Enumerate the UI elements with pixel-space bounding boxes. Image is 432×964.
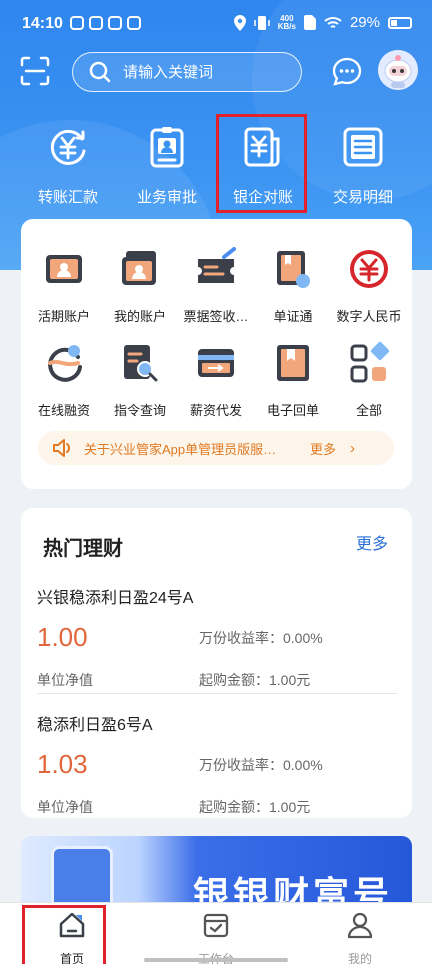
tab-profile[interactable]: 我的: [320, 911, 400, 964]
product-name: 稳添利日盈6号A: [37, 717, 153, 734]
chevron-right-icon: ›: [350, 439, 356, 457]
nav-transactions[interactable]: 交易明细: [313, 120, 413, 207]
promo-banner[interactable]: 银银财富号: [21, 836, 412, 906]
home-indicator: [144, 958, 288, 962]
home-tab-highlight: [22, 905, 106, 964]
product-name: 兴银稳添利日盈24号A: [37, 590, 194, 607]
menu-card: 活期账户 我的账户 票据签收… 单证通 数字人民币 在线融资 指令查询 薪资代发…: [21, 219, 412, 489]
instruction-search-icon: [124, 345, 158, 382]
my-account-icon: [122, 251, 156, 285]
search-input[interactable]: [123, 63, 283, 81]
robot-avatar-icon: [378, 50, 418, 90]
tab-label: 我的: [347, 952, 372, 964]
search-bar[interactable]: [72, 52, 302, 92]
product-item[interactable]: 兴银稳添利日盈24号A 1.00 万份收益率：0.00% 单位净值 起购金额：1…: [37, 584, 397, 694]
status-indicators: 400 KB/s 29%: [233, 14, 412, 31]
nav-transfer[interactable]: 转账汇款: [18, 120, 118, 207]
menu-label: 指令查询: [113, 403, 166, 418]
menu-item[interactable]: 指令查询: [102, 341, 178, 419]
product-item[interactable]: 稳添利日盈6号A 1.03 万份收益率：0.00% 单位净值 起购金额：1.00…: [37, 711, 397, 821]
menu-item[interactable]: 电子回单: [255, 341, 331, 419]
message-icon[interactable]: [332, 57, 362, 87]
notification-app-icon: [89, 16, 103, 30]
product-nav-value: 1.00: [37, 622, 88, 652]
battery-icon: [388, 16, 412, 29]
menu-label: 单证通: [273, 309, 313, 324]
section-title: 热门理财: [43, 538, 123, 560]
location-icon: [233, 14, 246, 31]
notification-app-icon: [108, 16, 122, 30]
status-app-icons: [70, 16, 141, 30]
document-pass-icon: [277, 251, 310, 288]
phone-illustration: [51, 846, 113, 906]
menu-item[interactable]: 薪资代发: [178, 341, 254, 419]
menu-label: 全部: [355, 403, 382, 418]
hot-finance-card: 热门理财 更多 兴银稳添利日盈24号A 1.00 万份收益率：0.00% 单位净…: [21, 508, 412, 818]
menu-label: 薪资代发: [189, 403, 242, 418]
list-detail-icon: [343, 127, 383, 167]
battery-percent: 29%: [349, 14, 380, 31]
menu-label: 电子回单: [266, 403, 319, 418]
menu-label: 活期账户: [37, 309, 90, 324]
menu-item[interactable]: 全部: [331, 341, 407, 419]
tab-workbench[interactable]: 工作台: [176, 911, 256, 964]
product-yield: 万份收益率：0.00%: [199, 757, 323, 773]
nav-label: 转账汇款: [37, 189, 98, 206]
reconciliation-highlight: [216, 114, 307, 213]
menu-item[interactable]: 票据签收…: [178, 247, 254, 325]
e-receipt-icon: [277, 345, 309, 381]
product-nav-value: 1.03: [37, 749, 88, 779]
finance-more-link[interactable]: 更多: [356, 530, 388, 554]
vibrate-icon: [253, 15, 270, 30]
search-icon: [89, 61, 111, 83]
online-finance-icon: [48, 345, 82, 382]
status-time: 14:10: [22, 15, 63, 32]
digital-rmb-icon: [350, 250, 388, 288]
product-unit-label: 单位净值: [37, 799, 93, 815]
yuan-transfer-icon: [50, 129, 86, 165]
menu-item[interactable]: 我的账户: [102, 247, 178, 325]
menu-label: 数字人民币: [336, 309, 402, 324]
bill-ticket-icon: [198, 247, 236, 283]
speed-unit: KB/s: [277, 21, 296, 31]
menu-item[interactable]: 活期账户: [26, 247, 102, 325]
menu-item[interactable]: 数字人民币: [331, 247, 407, 325]
scan-icon[interactable]: [20, 56, 50, 86]
speaker-icon: [53, 439, 70, 457]
banner-title: 银银财富号: [193, 874, 394, 906]
notification-app-icon: [70, 16, 84, 30]
workbench-icon: [203, 913, 229, 938]
avatar[interactable]: [378, 50, 418, 90]
nav-approval[interactable]: 业务审批: [117, 120, 217, 207]
product-min-amount: 起购金额：1.00元: [199, 672, 311, 688]
account-card-icon: [46, 255, 82, 283]
wifi-icon: [324, 16, 342, 28]
profile-icon: [347, 912, 373, 939]
network-speed: 400 KB/s: [277, 14, 296, 31]
nav-label: 业务审批: [136, 189, 197, 206]
sim-icon: [303, 15, 316, 30]
product-unit-label: 单位净值: [37, 672, 93, 688]
payroll-card-icon: [198, 349, 234, 377]
product-yield: 万份收益率：0.00%: [199, 630, 323, 646]
product-min-amount: 起购金额：1.00元: [199, 799, 311, 815]
menu-item[interactable]: 单证通: [255, 247, 331, 325]
menu-label: 我的账户: [113, 309, 166, 324]
approval-badge-icon: [150, 127, 184, 168]
menu-label: 票据签收…: [183, 309, 249, 324]
tiktok-icon: [127, 16, 141, 30]
nav-label: 交易明细: [332, 189, 393, 206]
status-bar: 14:10 400 KB/s 29%: [0, 0, 432, 48]
notice-more-link[interactable]: 更多: [310, 439, 336, 458]
menu-item[interactable]: 在线融资: [26, 341, 102, 419]
all-apps-icon: [350, 341, 390, 383]
notice-bar[interactable]: 关于兴业管家App单管理员版服… 更多 ›: [38, 431, 394, 465]
divider: [37, 693, 397, 694]
menu-label: 在线融资: [37, 403, 90, 418]
notice-text: 关于兴业管家App单管理员版服…: [84, 441, 277, 457]
